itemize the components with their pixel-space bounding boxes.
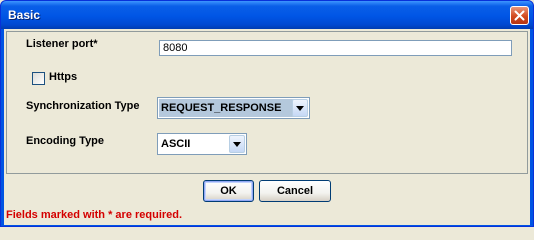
listener-port-label: Listener port* xyxy=(26,38,98,50)
encoding-type-arrow-button[interactable] xyxy=(229,135,245,153)
listener-port-field[interactable]: 8080 xyxy=(159,40,512,56)
chevron-down-icon xyxy=(296,106,304,111)
sync-type-dropdown[interactable]: REQUEST_RESPONSE xyxy=(157,97,310,119)
sync-type-value: REQUEST_RESPONSE xyxy=(159,99,294,117)
close-icon xyxy=(514,10,525,21)
chevron-down-icon xyxy=(233,142,241,147)
encoding-type-value: ASCII xyxy=(161,138,191,150)
https-checkbox[interactable] xyxy=(32,72,45,85)
required-fields-note: Fields marked with * are required. xyxy=(6,209,183,221)
settings-panel: Listener port* 8080 Https Synchronizatio… xyxy=(6,31,528,174)
ok-button[interactable]: OK xyxy=(203,180,254,202)
sync-type-label: Synchronization Type xyxy=(26,100,140,112)
title-bar[interactable]: Basic xyxy=(1,1,533,29)
encoding-type-dropdown[interactable]: ASCII xyxy=(157,133,247,155)
encoding-type-label: Encoding Type xyxy=(26,135,105,147)
https-label: Https xyxy=(49,71,78,83)
dialog-window: Basic Listener port* 8080 Https Synchron… xyxy=(0,0,534,227)
close-button[interactable] xyxy=(510,6,529,25)
cancel-button[interactable]: Cancel xyxy=(259,180,331,202)
dialog-content: Listener port* 8080 Https Synchronizatio… xyxy=(4,29,530,225)
window-title: Basic xyxy=(8,8,41,22)
sync-type-arrow-button[interactable] xyxy=(292,99,308,117)
